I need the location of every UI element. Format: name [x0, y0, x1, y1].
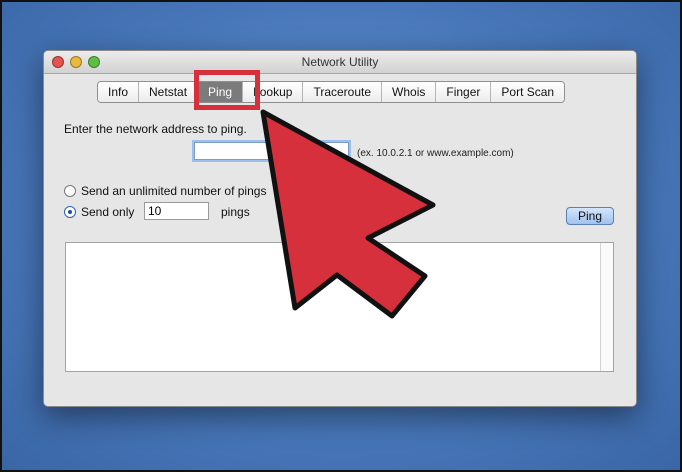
tab-ping[interactable]: Ping	[198, 82, 244, 102]
title-bar[interactable]: Network Utility	[44, 51, 636, 74]
network-utility-window: Network Utility Info Netstat Ping Lookup…	[43, 50, 637, 407]
tab-traceroute[interactable]: Traceroute	[303, 82, 383, 102]
tab-lookup[interactable]: Lookup	[243, 82, 304, 102]
send-only-label: Send only	[81, 205, 135, 219]
ping-count-input[interactable]	[144, 202, 209, 220]
unlimited-pings-label: Send an unlimited number of pings	[81, 184, 267, 198]
network-address-input[interactable]	[194, 142, 349, 160]
tab-info[interactable]: Info	[98, 82, 140, 102]
unlimited-pings-radio[interactable]	[64, 185, 76, 197]
tab-netstat[interactable]: Netstat	[139, 82, 199, 102]
tab-whois[interactable]: Whois	[382, 82, 437, 102]
output-scrollbar[interactable]	[600, 243, 613, 371]
send-only-radio[interactable]	[64, 206, 76, 218]
address-hint: (ex. 10.0.2.1 or www.example.com)	[357, 148, 514, 159]
window-title: Network Utility	[301, 55, 379, 69]
address-label: Enter the network address to ping.	[64, 122, 247, 136]
tab-bar: Info Netstat Ping Lookup Traceroute Whoi…	[97, 81, 566, 103]
ping-output-area[interactable]	[65, 242, 614, 372]
ping-button[interactable]: Ping	[566, 207, 614, 225]
tab-port-scan[interactable]: Port Scan	[491, 82, 565, 102]
tab-finger[interactable]: Finger	[436, 82, 492, 102]
pings-suffix-label: pings	[221, 205, 250, 219]
